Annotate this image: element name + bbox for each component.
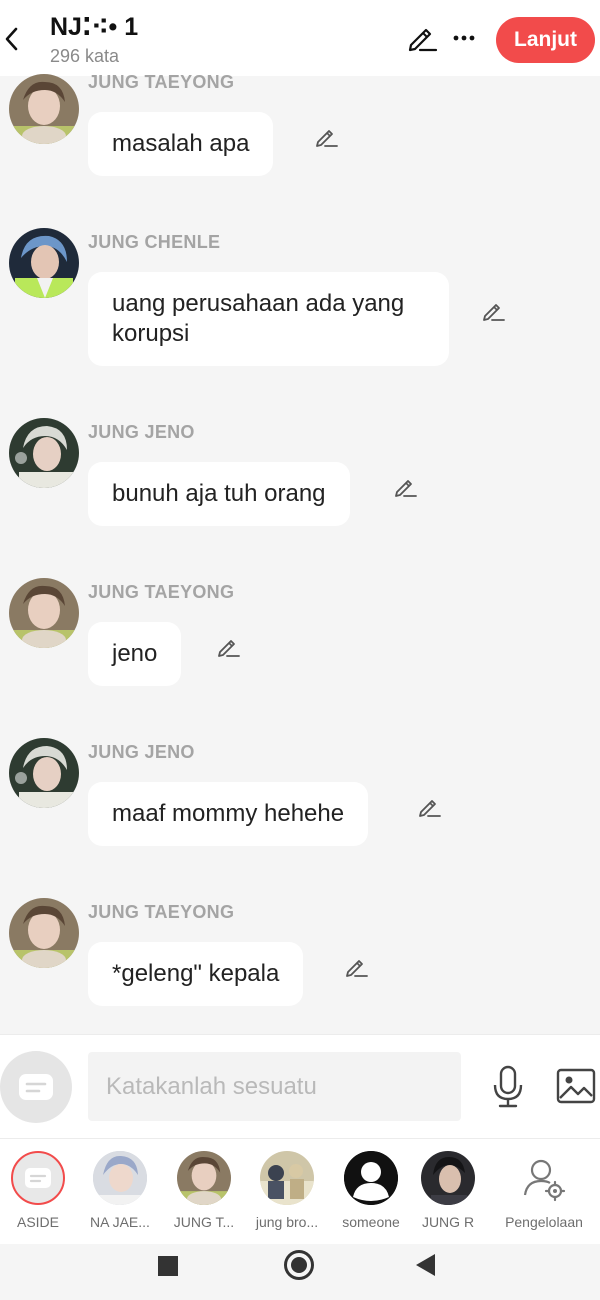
avatar <box>421 1151 475 1205</box>
avatar <box>260 1151 314 1205</box>
pencil-icon[interactable] <box>215 634 241 660</box>
avatar[interactable] <box>9 578 79 648</box>
speaker-name: JUNG TAEYONG <box>88 902 235 922</box>
word-count: 296 kata <box>50 46 120 66</box>
character-someone[interactable]: someone <box>329 1151 413 1230</box>
aside-toggle-button[interactable] <box>0 1051 72 1123</box>
avatar[interactable] <box>9 228 79 298</box>
message-bubble[interactable]: uang perusahaan ada yang korupsi <box>88 272 449 366</box>
avatar <box>177 1151 231 1205</box>
continue-button[interactable]: Lanjut <box>496 17 595 63</box>
pencil-icon[interactable] <box>343 954 369 980</box>
character-label: Pengelolaan <box>505 1214 583 1230</box>
character-jung-bro[interactable]: jung bro... <box>245 1151 329 1230</box>
pencil-icon[interactable] <box>480 298 506 324</box>
character-jung-r[interactable]: JUNG R <box>406 1151 490 1230</box>
message-bubble[interactable]: maaf mommy hehehe <box>88 782 369 846</box>
pencil-icon[interactable] <box>313 124 339 150</box>
composer <box>0 1034 600 1138</box>
message-input[interactable] <box>88 1052 461 1121</box>
character-label: someone <box>342 1214 400 1230</box>
avatar-image <box>9 578 79 648</box>
image-icon[interactable] <box>556 1067 596 1105</box>
character-strip: ASIDE NA JAE... JUNG T... jung bro... so… <box>0 1138 600 1244</box>
user-gear-icon <box>517 1151 571 1205</box>
avatar[interactable] <box>9 74 79 144</box>
avatar-image <box>9 418 79 488</box>
avatar[interactable] <box>9 738 79 808</box>
speaker-name: JUNG TAEYONG <box>88 72 235 92</box>
back-button[interactable] <box>0 22 22 56</box>
pencil-icon[interactable] <box>416 794 442 820</box>
speaker-name: JUNG JENO <box>88 422 195 442</box>
microphone-icon[interactable] <box>490 1065 526 1109</box>
story-title: NJ⁚⁖• 1 <box>50 13 139 41</box>
avatar-image <box>9 898 79 968</box>
chat-bubble-icon <box>11 1151 65 1205</box>
system-back-button[interactable] <box>416 1254 435 1276</box>
character-label: jung bro... <box>255 1214 319 1230</box>
chat-bubble-icon <box>19 1074 53 1100</box>
avatar[interactable] <box>9 418 79 488</box>
recents-button[interactable] <box>158 1256 178 1276</box>
character-jung-t[interactable]: JUNG T... <box>162 1151 246 1230</box>
speaker-name: JUNG CHENLE <box>88 232 221 252</box>
home-button[interactable] <box>284 1250 314 1280</box>
character-label: ASIDE <box>16 1214 59 1230</box>
chevron-left-icon <box>5 27 18 51</box>
message-bubble[interactable]: bunuh aja tuh orang <box>88 462 350 526</box>
message-bubble[interactable]: masalah apa <box>88 112 274 176</box>
more-dots-icon <box>453 35 475 41</box>
character-management[interactable]: Pengelolaan <box>499 1151 589 1230</box>
avatar <box>93 1151 147 1205</box>
message-bubble[interactable]: jeno <box>88 622 182 686</box>
pencil-icon[interactable] <box>392 474 418 500</box>
character-na-jae[interactable]: NA JAE... <box>78 1151 162 1230</box>
more-button[interactable] <box>451 24 477 52</box>
avatar-image <box>9 738 79 808</box>
character-label: JUNG T... <box>173 1214 235 1230</box>
avatar-image <box>9 228 79 298</box>
pencil-icon[interactable] <box>406 22 438 54</box>
character-label: NA JAE... <box>90 1214 150 1230</box>
character-label: JUNG R <box>421 1214 475 1230</box>
message-bubble[interactable]: *geleng" kepala <box>88 942 304 1006</box>
character-aside[interactable]: ASIDE <box>0 1151 80 1230</box>
system-nav-bar <box>0 1244 600 1300</box>
avatar <box>344 1151 398 1205</box>
avatar[interactable] <box>9 898 79 968</box>
avatar-image <box>9 74 79 144</box>
speaker-name: JUNG TAEYONG <box>88 582 235 602</box>
header: NJ⁚⁖• 1 296 kata Lanjut <box>0 0 600 76</box>
speaker-name: JUNG JENO <box>88 742 195 762</box>
